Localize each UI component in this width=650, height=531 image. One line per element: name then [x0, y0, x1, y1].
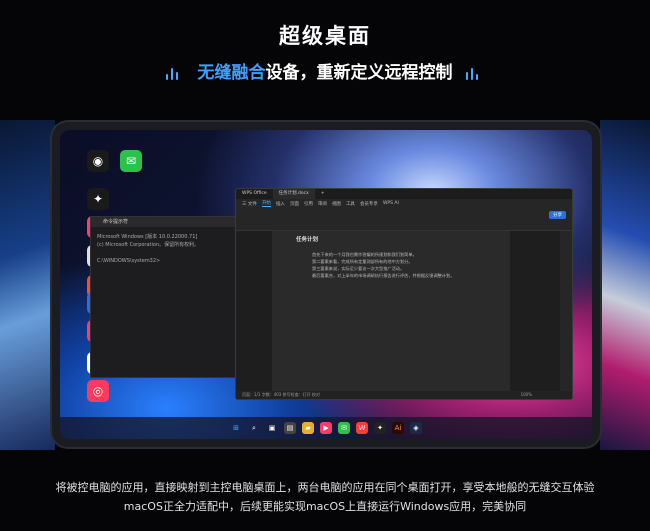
- start-icon[interactable]: ⊞: [230, 422, 242, 434]
- cmd-line: C:\WINDOWS\system32>: [97, 258, 161, 264]
- cmd-line: [97, 249, 231, 257]
- sound-bars-icon: [466, 66, 484, 80]
- figma-icon[interactable]: ✦: [374, 422, 386, 434]
- doc-line: 最后要素合，对上半年的市场调研执行报告进行评估，并根据反馈调整计划。: [312, 273, 455, 278]
- wps-menu: 三 文件 开始 插入 页面 引用 审阅 视图 工具 会员专享 WPS AI: [236, 199, 572, 208]
- wps-menu-item[interactable]: 三 文件: [242, 201, 257, 207]
- wps-menu-item[interactable]: 工具: [346, 201, 355, 207]
- wps-menu-item[interactable]: 页面: [290, 201, 299, 207]
- doc-line: 第三要素来说，实际至少要访一次大型推广活动。: [312, 266, 405, 271]
- mail-icon[interactable]: ▶: [320, 422, 332, 434]
- wallpaper-glow-left: [0, 120, 55, 450]
- status-text: 页面：1/1 字数：403 拼写检查：打开 校对: [242, 392, 320, 397]
- taskview-icon[interactable]: ▣: [266, 422, 278, 434]
- wps-window[interactable]: WPS Office 任务计划.docx + 三 文件 开始 插入 页面 引用 审阅 视图 工具会…: [235, 188, 573, 400]
- hero-subtitle-accent: 无缝融合: [197, 63, 266, 83]
- app-p-icon[interactable]: ◎: [87, 380, 109, 402]
- sound-bars-icon: [165, 66, 184, 80]
- wps-menu-item[interactable]: 插入: [276, 201, 285, 207]
- wps-tab[interactable]: 任务计划.docx: [272, 189, 315, 199]
- cmd-window[interactable]: 命令提示符 Microsoft Windows [版本 10.0.22000.7…: [90, 216, 238, 378]
- tablet-frame: ◉✉✦▶AVE⊕◐◎ 命令提示符 Microsoft Windows [版本 1…: [52, 122, 600, 447]
- hero-title: 超级桌面: [279, 24, 371, 48]
- share-button[interactable]: 分享: [549, 211, 566, 219]
- document-page[interactable]: 任务计划 首先下来的一个月我也需作答编的所规划和我们划简单。 第二要素来看，完成所…: [272, 231, 510, 391]
- zoom-level[interactable]: 100%: [521, 391, 532, 399]
- widgets-icon[interactable]: ▤: [284, 422, 296, 434]
- wps-tab[interactable]: +: [315, 189, 331, 199]
- wechat-icon[interactable]: ✉: [338, 422, 350, 434]
- taskbar: ⊞ ⌕ ▣ ▤ ▰ ▶ ✉ W ✦ Ai ◈: [60, 417, 592, 439]
- wps-menu-item[interactable]: WPS AI: [383, 201, 399, 206]
- search-icon[interactable]: ⌕: [248, 422, 260, 434]
- figma-icon[interactable]: ✦: [87, 188, 109, 210]
- doc-title: 任务计划: [296, 237, 319, 243]
- wps-tab[interactable]: WPS Office: [236, 189, 273, 199]
- doc-line: 第二要素来看，完成所有定量测部所有的地中方划分。: [312, 259, 413, 264]
- wps-menu-item[interactable]: 视图: [332, 201, 341, 207]
- wps-menu-item[interactable]: 引用: [304, 201, 313, 207]
- explorer-icon[interactable]: ▰: [302, 422, 314, 434]
- wechat-icon[interactable]: ✉: [120, 150, 142, 172]
- doc-body: 首先下来的一个月我也需作答编的所规划和我们划简单。 第二要素来看，完成所有定量测部…: [312, 251, 454, 279]
- wps-ribbon: 分享: [236, 208, 572, 231]
- wps-menu-item[interactable]: 审阅: [318, 201, 327, 207]
- status-bar: 页面：1/1 字数：403 拼写检查：打开 校对 100%: [236, 391, 572, 399]
- caption-line-1: 将被控电脑的应用，直接映射到主控电脑桌面上，两台电脑的应用在同个桌面打开，享受本…: [55, 481, 595, 494]
- wps-menu-item[interactable]: 开始: [261, 200, 271, 207]
- document-area[interactable]: 任务计划 首先下来的一个月我也需作答编的所规划和我们划简单。 第二要素来看，完成所…: [236, 231, 560, 391]
- hero-subtitle-rest: 设备，重新定义远程控制: [265, 63, 453, 83]
- right-toolbar: [560, 231, 572, 391]
- doc-line: 首先下来的一个月我也需作答编的所规划和我们划简单。: [312, 252, 417, 257]
- hero-subtitle: 无缝融合设备，重新定义远程控制: [0, 58, 650, 83]
- wps-menu-item[interactable]: 会员专享: [360, 201, 378, 207]
- cmd-body[interactable]: Microsoft Windows [版本 10.0.22000.71] (c) …: [91, 227, 237, 271]
- steam-icon[interactable]: ◈: [410, 422, 422, 434]
- cmd-line: Microsoft Windows [版本 10.0.22000.71]: [97, 234, 198, 240]
- desktop-screen: ◉✉✦▶AVE⊕◐◎ 命令提示符 Microsoft Windows [版本 1…: [60, 130, 592, 439]
- wps-icon[interactable]: W: [356, 422, 368, 434]
- github-icon[interactable]: ◉: [87, 150, 109, 172]
- caption-line-2: macOS正全力适配中，后续更能实现macOS上直接运行Windows应用，完美…: [123, 500, 527, 513]
- cmd-title: 命令提示符: [91, 217, 237, 227]
- wallpaper-glow-right: [600, 120, 650, 450]
- cmd-line: (c) Microsoft Corporation。保留所有权利。: [97, 242, 200, 248]
- ai-icon[interactable]: Ai: [392, 422, 404, 434]
- wps-tabbar: WPS Office 任务计划.docx +: [236, 189, 572, 199]
